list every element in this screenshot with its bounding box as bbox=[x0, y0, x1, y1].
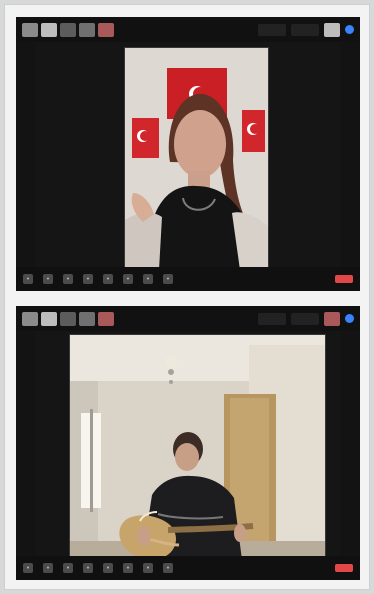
mic-icon[interactable]: • bbox=[23, 274, 33, 284]
share-icon[interactable]: • bbox=[63, 274, 73, 284]
video-icon[interactable]: • bbox=[43, 563, 53, 573]
thumbnail[interactable] bbox=[79, 311, 95, 326]
leave-button[interactable] bbox=[335, 275, 353, 283]
bottom-toolbar: • • • • • • • • bbox=[16, 267, 360, 291]
record-icon[interactable]: • bbox=[123, 563, 133, 573]
thumbnail[interactable] bbox=[324, 311, 340, 326]
chat-icon[interactable]: • bbox=[103, 274, 113, 284]
page: • • • • • • • • • • • • • • • • bbox=[0, 0, 374, 594]
participants-icon[interactable]: • bbox=[83, 274, 93, 284]
top-toolbar bbox=[16, 17, 360, 42]
more-icon[interactable]: • bbox=[163, 563, 173, 573]
status-dot bbox=[345, 314, 354, 323]
thumbnail[interactable] bbox=[22, 22, 38, 37]
top-button[interactable] bbox=[291, 23, 319, 36]
main-video-frame bbox=[124, 47, 269, 271]
mic-icon[interactable]: • bbox=[23, 563, 33, 573]
record-icon[interactable]: • bbox=[123, 274, 133, 284]
participant-thumbnails bbox=[22, 22, 114, 37]
thumbnail[interactable] bbox=[41, 22, 57, 37]
meeting-controls: • • • • • • • • bbox=[23, 274, 173, 284]
leave-button[interactable] bbox=[335, 564, 353, 572]
left-sidebar bbox=[16, 331, 35, 556]
right-sidebar bbox=[341, 331, 360, 556]
thumbnail[interactable] bbox=[22, 311, 38, 326]
top-toolbar bbox=[16, 306, 360, 331]
top-button[interactable] bbox=[258, 23, 286, 36]
participant-thumbnails bbox=[22, 311, 114, 326]
thumbnail[interactable] bbox=[60, 311, 76, 326]
top-controls bbox=[258, 22, 354, 37]
video-call-panel-bottom: • • • • • • • • bbox=[16, 306, 360, 580]
reactions-icon[interactable]: • bbox=[143, 274, 153, 284]
thumbnail[interactable] bbox=[324, 22, 340, 37]
video-icon[interactable]: • bbox=[43, 274, 53, 284]
thumbnail[interactable] bbox=[41, 311, 57, 326]
thumbnail[interactable] bbox=[60, 22, 76, 37]
main-video-frame bbox=[69, 334, 326, 561]
status-dot bbox=[345, 25, 354, 34]
top-button[interactable] bbox=[258, 312, 286, 325]
meeting-controls: • • • • • • • • bbox=[23, 563, 173, 573]
right-sidebar bbox=[341, 42, 360, 267]
top-button[interactable] bbox=[291, 312, 319, 325]
thumbnail[interactable] bbox=[79, 22, 95, 37]
left-sidebar bbox=[16, 42, 35, 267]
video-scene bbox=[125, 48, 268, 270]
bottom-toolbar: • • • • • • • • bbox=[16, 556, 360, 580]
video-call-panel-top: • • • • • • • • bbox=[16, 17, 360, 291]
thumbnail[interactable] bbox=[98, 311, 114, 326]
video-scene bbox=[70, 335, 325, 560]
share-icon[interactable]: • bbox=[63, 563, 73, 573]
more-icon[interactable]: • bbox=[163, 274, 173, 284]
chat-icon[interactable]: • bbox=[103, 563, 113, 573]
participants-icon[interactable]: • bbox=[83, 563, 93, 573]
reactions-icon[interactable]: • bbox=[143, 563, 153, 573]
thumbnail[interactable] bbox=[98, 22, 114, 37]
top-controls bbox=[258, 311, 354, 326]
